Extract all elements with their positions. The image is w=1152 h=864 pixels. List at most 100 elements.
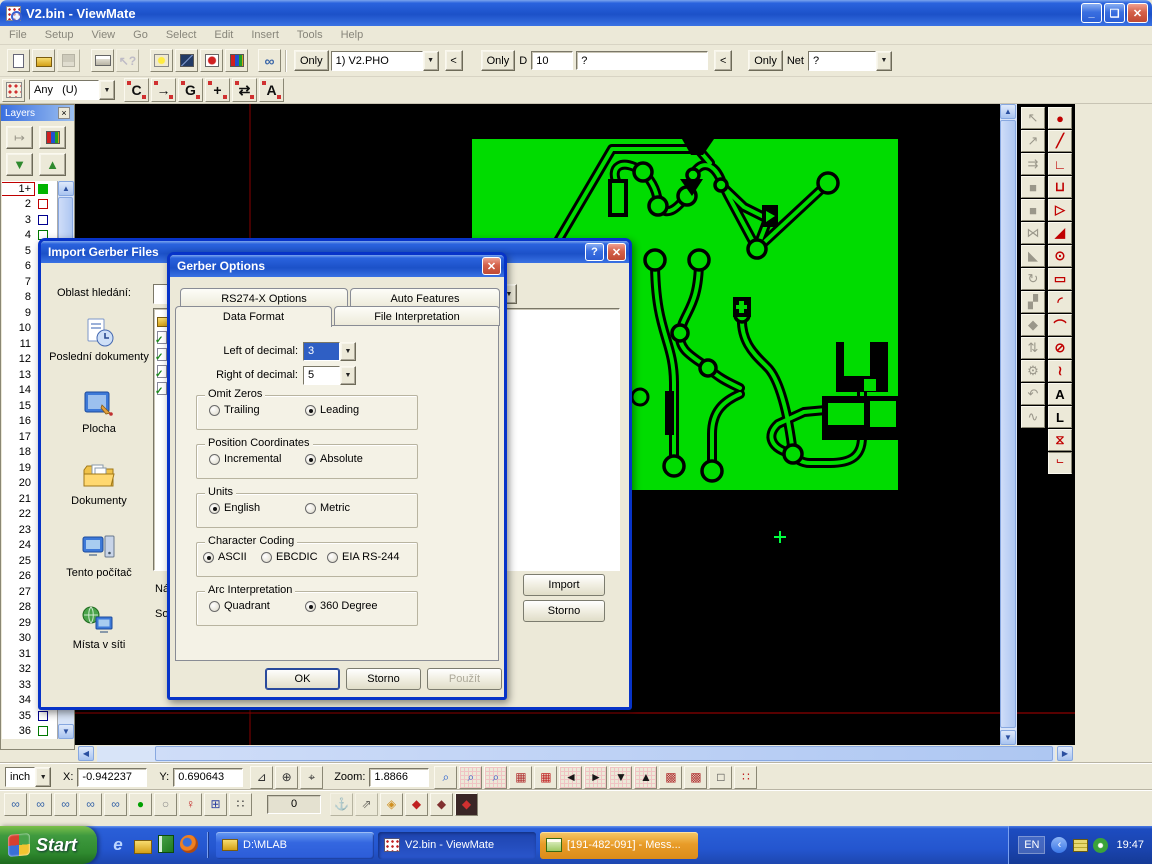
save-file-button[interactable] [57, 49, 80, 72]
menu-setup[interactable]: Setup [36, 27, 83, 43]
draw-outline-button[interactable]: ⊔ [1048, 176, 1072, 198]
layer-color-swatch[interactable] [38, 726, 48, 736]
layers-close-icon[interactable]: × [58, 107, 70, 119]
fill-rectangle-button[interactable]: ■ [1021, 199, 1045, 221]
unit-dropdown-icon[interactable]: ▼ [35, 767, 51, 787]
radio-selected-icon[interactable] [305, 454, 316, 465]
task-button-d-mlab[interactable]: D:\MLAB [216, 832, 374, 859]
angle-measure-button[interactable]: ⊿ [250, 766, 273, 789]
spacing-button[interactable]: ⇅ [1021, 337, 1045, 359]
scroll-left-icon[interactable]: ◀ [78, 746, 94, 761]
task-button-191-482-091-mess[interactable]: [191-482-091] - Mess... [540, 832, 698, 859]
option-360-degree[interactable]: 360 Degree [305, 600, 378, 612]
menu-tools[interactable]: Tools [288, 27, 332, 43]
layer-color-swatch[interactable] [38, 184, 48, 194]
select-cursor-button[interactable]: ↖ [1021, 107, 1045, 129]
folder-icon[interactable] [134, 840, 152, 854]
tile-windows-button[interactable]: ⊞ [204, 793, 227, 816]
menu-select[interactable]: Select [157, 27, 206, 43]
draw-pad-button[interactable]: ● [1048, 107, 1072, 129]
grid-display-button[interactable]: ▦ [534, 766, 557, 789]
move-to-pad-button[interactable]: ↗ [1021, 130, 1045, 152]
radio-selected-icon[interactable] [305, 405, 316, 416]
scroll-down-icon[interactable]: ▼ [1000, 730, 1016, 745]
radio-selected-icon[interactable] [203, 552, 214, 563]
layers-panel-title-bar[interactable]: Layers × [1, 105, 74, 121]
option-leading[interactable]: Leading [305, 404, 359, 416]
item-type-dropdown-icon[interactable]: ▼ [99, 80, 115, 100]
tab-file-interpretation[interactable]: File Interpretation [334, 306, 500, 326]
option-english[interactable]: English [209, 502, 305, 514]
draw-corner-button[interactable]: ∟ [1048, 153, 1072, 175]
mirror-button[interactable]: ⋈ [1021, 222, 1045, 244]
layer-combo-dropdown-icon[interactable]: ▼ [423, 51, 439, 71]
draw-dimension-button[interactable]: ⧖ [1048, 429, 1072, 451]
menu-help[interactable]: Help [332, 27, 373, 43]
only-dcode-button[interactable]: Only [481, 50, 516, 71]
net-combo[interactable]: ? ▼ [808, 51, 892, 71]
new-file-button[interactable] [7, 49, 30, 72]
option-incremental[interactable]: Incremental [209, 453, 305, 465]
scroll-right-icon[interactable]: ▶ [1057, 746, 1073, 761]
draw-curve-button[interactable]: ⌒ [1048, 314, 1072, 336]
highlight-flash-button[interactable] [150, 49, 173, 72]
replace-item-button[interactable]: ◆ [1021, 314, 1045, 336]
pan-down-button[interactable]: ▼ [609, 766, 632, 789]
layer-row-36[interactable]: 36 [2, 724, 57, 740]
grid-box-button[interactable]: ▩ [659, 766, 682, 789]
place-recent-documents[interactable]: Poslední dokumenty [49, 317, 149, 363]
grid-box-move-button[interactable]: ▩ [684, 766, 707, 789]
tray-notes-icon[interactable] [1073, 839, 1088, 852]
checked-file-icon[interactable] [157, 365, 167, 378]
view-highlight-marker-button[interactable]: ∞ [104, 793, 127, 816]
combo-dropdown-icon[interactable]: ▼ [340, 342, 356, 361]
gerber-dialog-title-bar[interactable]: Gerber Options ✕ [170, 255, 504, 277]
radio-icon[interactable] [327, 552, 338, 563]
option-metric[interactable]: Metric [305, 502, 350, 514]
minimize-button[interactable]: _ [1081, 3, 1102, 23]
layer-color-swatch[interactable] [38, 199, 48, 209]
anchor-button[interactable]: ⚓ [330, 793, 353, 816]
fill-polygon-button[interactable]: ■ [1021, 176, 1045, 198]
radio-icon[interactable] [305, 503, 316, 514]
tray-messenger-icon[interactable] [1093, 838, 1108, 853]
undo-arc-button[interactable]: ↶ [1021, 383, 1045, 405]
zoom-value[interactable]: 1.8866 [369, 768, 429, 787]
option-trailing[interactable]: Trailing [209, 404, 305, 416]
option-ebcdic[interactable]: EBCDIC [261, 551, 327, 563]
layer-row-2[interactable]: 2 [2, 197, 57, 213]
place-desktop[interactable]: Plocha [49, 389, 149, 435]
scatter-button[interactable]: ▞ [1021, 291, 1045, 313]
scroll-up-icon[interactable]: ▲ [1000, 104, 1016, 119]
draw-triangle-button[interactable]: ◢ [1048, 222, 1072, 244]
rotate-button[interactable]: ↻ [1021, 268, 1045, 290]
draw-text-button[interactable]: A [1048, 383, 1072, 405]
close-button[interactable]: ✕ [1127, 3, 1148, 23]
layer-combo[interactable]: 1) V2.PHO ▼ [331, 51, 439, 71]
zoom-points-lens-button[interactable]: ⌕ [484, 766, 507, 789]
draw-line-button[interactable]: ╱ [1048, 130, 1072, 152]
find-pad-button[interactable]: + [205, 78, 230, 102]
move-multiple-button[interactable]: ⇉ [1021, 153, 1045, 175]
grid-corner-button[interactable]: ▦ [509, 766, 532, 789]
ok-button[interactable]: OK [265, 668, 340, 690]
radio-selected-icon[interactable] [305, 601, 316, 612]
prev-dcode-button[interactable]: < [714, 50, 732, 71]
pad-tool-button[interactable]: ◆ [405, 793, 428, 816]
horizontal-scroll-thumb[interactable] [155, 746, 1053, 761]
layers-scroll-up-icon[interactable]: ▲ [58, 181, 74, 196]
layer-color-swatch[interactable] [38, 711, 48, 721]
place-documents[interactable]: Dokumenty [49, 461, 149, 507]
layer-jump-button[interactable]: ↦ [6, 126, 33, 149]
tab-rs274-x-options[interactable]: RS274-X Options [180, 288, 348, 308]
tray-collapse-icon[interactable] [1051, 837, 1067, 853]
menu-insert[interactable]: Insert [242, 27, 288, 43]
canvas-vertical-scrollbar[interactable]: ▲ ▼ [1000, 104, 1017, 745]
pan-right-button[interactable]: ► [584, 766, 607, 789]
tab-data-format[interactable]: Data Format [175, 306, 332, 327]
aperture-list-button[interactable] [2, 79, 25, 102]
option-eia-rs-244[interactable]: EIA RS-244 [327, 551, 399, 563]
find-aperture-button[interactable]: A [259, 78, 284, 102]
redraw-button[interactable] [200, 49, 223, 72]
only-net-button[interactable]: Only [748, 50, 783, 71]
